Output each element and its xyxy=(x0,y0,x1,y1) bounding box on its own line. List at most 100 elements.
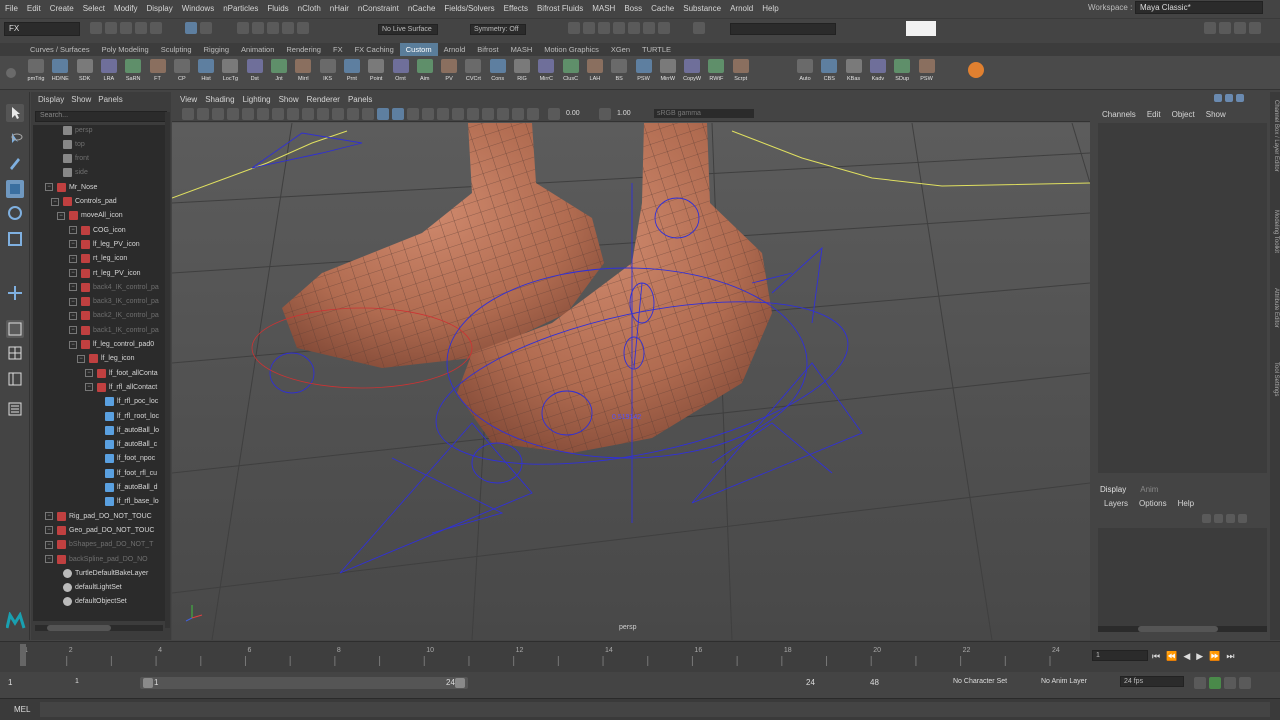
single-perspective-layout-icon[interactable] xyxy=(6,320,24,338)
channel-box-menu-channels[interactable]: Channels xyxy=(1102,110,1136,119)
shelf-tab-curves-surfaces[interactable]: Curves / Surfaces xyxy=(24,43,96,56)
anim-layer-dropdown[interactable]: No Anim Layer xyxy=(1038,677,1114,686)
menu-file[interactable]: File xyxy=(5,4,18,13)
shelf-button-psw-25[interactable]: PSW xyxy=(632,59,656,89)
outliner-row[interactable]: − back4_IK_control_pa xyxy=(69,280,159,294)
channel-box-menu-edit[interactable]: Edit xyxy=(1147,110,1161,119)
render-setup-icon[interactable] xyxy=(643,22,655,34)
menu-arnold[interactable]: Arnold xyxy=(730,4,753,13)
outliner-row[interactable]: − Mr_Nose xyxy=(45,180,97,194)
xray-icon[interactable] xyxy=(512,107,524,120)
outliner-row[interactable]: − back3_IK_control_pa xyxy=(69,295,159,309)
film-gate-icon[interactable] xyxy=(287,107,299,120)
redo-icon[interactable] xyxy=(150,22,162,34)
outliner-row[interactable]: − back1_IK_control_pa xyxy=(69,323,159,337)
rotate-tool-icon[interactable] xyxy=(6,204,24,222)
ambient-occlusion-icon[interactable] xyxy=(452,107,464,120)
viewport-menu-shading[interactable]: Shading xyxy=(205,95,234,104)
shelf-button-mirrw-26[interactable]: MirrW xyxy=(656,59,680,89)
outliner-row[interactable]: defaultObjectSet xyxy=(51,595,127,609)
shelf-button-rwtf-28[interactable]: RWtF xyxy=(704,59,728,89)
outliner-row[interactable]: − moveAll_icon xyxy=(57,209,123,223)
gate-mask-icon[interactable] xyxy=(317,107,329,120)
snap-curve-icon[interactable] xyxy=(252,22,264,34)
shelf-tab-turtle[interactable]: TURTLE xyxy=(636,43,677,56)
outliner-row[interactable]: lf_autoBall_c xyxy=(93,438,157,452)
play-forward-icon[interactable]: ▶ xyxy=(1196,651,1203,662)
menu-ncache[interactable]: nCache xyxy=(408,4,436,13)
shelf-tab-animation[interactable]: Animation xyxy=(235,43,280,56)
snap-together-tool-icon[interactable] xyxy=(6,284,24,302)
snap-view-icon[interactable] xyxy=(282,22,294,34)
quick-search-field[interactable] xyxy=(906,21,936,36)
playblast-icon[interactable] xyxy=(658,22,670,34)
open-scene-icon[interactable] xyxy=(105,22,117,34)
outliner-row[interactable]: − COG_icon xyxy=(69,223,126,237)
channel-box-icon[interactable] xyxy=(1249,22,1261,34)
motion-blur-icon[interactable] xyxy=(467,107,479,120)
move-layer-up-icon[interactable] xyxy=(1202,514,1211,523)
outliner-row[interactable]: lf_foot_rfl_cu xyxy=(93,466,157,480)
tool-settings-icon[interactable] xyxy=(1234,22,1246,34)
snap-grid-icon[interactable] xyxy=(237,22,249,34)
expand-toggle-icon[interactable]: − xyxy=(69,226,77,235)
new-scene-icon[interactable] xyxy=(90,22,102,34)
scale-tool-icon[interactable] xyxy=(6,230,24,248)
wireframe-icon[interactable] xyxy=(362,107,374,120)
menu-nhair[interactable]: nHair xyxy=(330,4,349,13)
symmetry-field[interactable]: Symmetry: Off xyxy=(470,24,526,35)
outliner-row[interactable]: defaultLightSet xyxy=(51,581,122,595)
shelf-tab-motion-graphics[interactable]: Motion Graphics xyxy=(538,43,605,56)
outliner-menu-display[interactable]: Display xyxy=(38,95,64,104)
outliner-row[interactable]: − rt_leg_PV_icon xyxy=(69,266,140,280)
range-slider[interactable]: 1 24 xyxy=(140,677,468,689)
viewport-menu-show[interactable]: Show xyxy=(279,95,299,104)
four-view-layout-icon[interactable] xyxy=(6,344,24,362)
anti-aliasing-icon[interactable] xyxy=(482,107,494,120)
image-plane-icon[interactable] xyxy=(227,107,239,120)
expand-toggle-icon[interactable]: − xyxy=(45,526,53,535)
shelf-button-clusc-22[interactable]: ClusC xyxy=(559,59,583,89)
expand-toggle-icon[interactable]: − xyxy=(69,340,77,349)
input-line-icon[interactable] xyxy=(693,22,705,34)
shelf-button-cp-6[interactable]: CP xyxy=(170,59,194,89)
safe-action-icon[interactable] xyxy=(347,107,359,120)
tab-anim[interactable]: Anim xyxy=(1140,485,1158,494)
outliner-row[interactable]: lf_rfl_poc_loc xyxy=(93,395,158,409)
menu-mash[interactable]: MASH xyxy=(592,4,615,13)
layer-editor-menu-help[interactable]: Help xyxy=(1178,499,1194,508)
shadows-icon[interactable] xyxy=(437,107,449,120)
render-frame-icon[interactable] xyxy=(583,22,595,34)
expand-toggle-icon[interactable]: − xyxy=(45,555,53,563)
menu-nparticles[interactable]: nParticles xyxy=(223,4,258,13)
menu-substance[interactable]: Substance xyxy=(683,4,721,13)
loop-icon[interactable] xyxy=(1194,677,1206,689)
go-to-start-icon[interactable]: ⏮ xyxy=(1152,651,1160,662)
outliner-horizontal-scrollbar[interactable] xyxy=(35,625,163,631)
shelf-button-sdup-34[interactable]: SDup xyxy=(890,59,914,89)
menu-effects[interactable]: Effects xyxy=(504,4,528,13)
shelf-tab-custom[interactable]: Custom xyxy=(399,43,438,56)
animation-preferences-icon[interactable] xyxy=(1224,677,1236,689)
menu-ncloth[interactable]: nCloth xyxy=(298,4,321,13)
exposure-icon[interactable] xyxy=(548,107,560,120)
outliner-row[interactable]: − bShapes_pad_DO_NOT_T xyxy=(45,538,153,552)
modeling-toolkit-icon[interactable] xyxy=(1204,22,1216,34)
2d-pan-zoom-icon[interactable] xyxy=(242,107,254,120)
outliner-row[interactable]: − Controls_pad xyxy=(51,195,117,209)
save-scene-icon[interactable] xyxy=(120,22,132,34)
smooth-shade-icon[interactable] xyxy=(377,107,389,120)
outliner-row[interactable]: TurtleDefaultBakeLayer xyxy=(51,566,148,580)
shelf-tab-bifrost[interactable]: Bifrost xyxy=(471,43,504,56)
snap-surface-icon[interactable] xyxy=(297,22,309,34)
panel-close-icon[interactable] xyxy=(1236,94,1244,102)
outliner-row[interactable]: − Rig_pad_DO_NOT_TOUC xyxy=(45,509,152,523)
viewport-menu-lighting[interactable]: Lighting xyxy=(243,95,271,104)
undo-icon[interactable] xyxy=(135,22,147,34)
expand-toggle-icon[interactable]: − xyxy=(69,269,77,277)
menu-bifrost-fluids[interactable]: Bifrost Fluids xyxy=(537,4,583,13)
shelf-button-aim-16[interactable]: Aim xyxy=(413,59,437,89)
outliner-menu-show[interactable]: Show xyxy=(71,95,91,104)
shelf-options-icon[interactable] xyxy=(4,60,18,86)
viewport-menu-renderer[interactable]: Renderer xyxy=(307,95,340,104)
